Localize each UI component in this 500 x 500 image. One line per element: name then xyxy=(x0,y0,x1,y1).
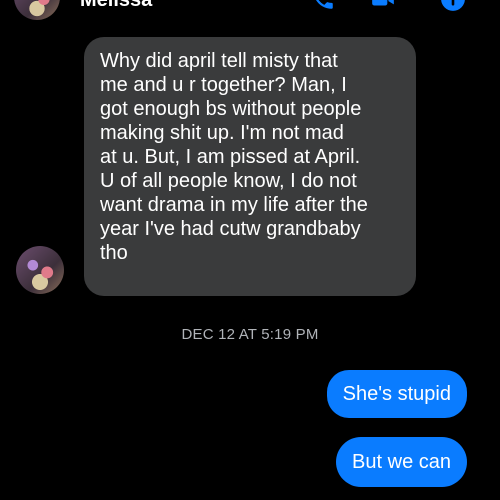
contact-avatar[interactable] xyxy=(14,0,60,20)
conversation-header: Melissa xyxy=(0,0,500,20)
incoming-message[interactable]: Why did april tell misty that me and u r… xyxy=(84,37,416,296)
outgoing-message[interactable]: But we can xyxy=(336,437,467,487)
contact-name[interactable]: Melissa xyxy=(80,0,152,10)
info-icon[interactable] xyxy=(440,0,466,12)
video-camera-icon[interactable] xyxy=(370,0,396,12)
sender-avatar[interactable] xyxy=(16,246,64,294)
phone-icon[interactable] xyxy=(310,0,336,12)
message-timestamp: DEC 12 AT 5:19 PM xyxy=(181,326,319,343)
outgoing-message[interactable]: She's stupid xyxy=(326,370,467,418)
